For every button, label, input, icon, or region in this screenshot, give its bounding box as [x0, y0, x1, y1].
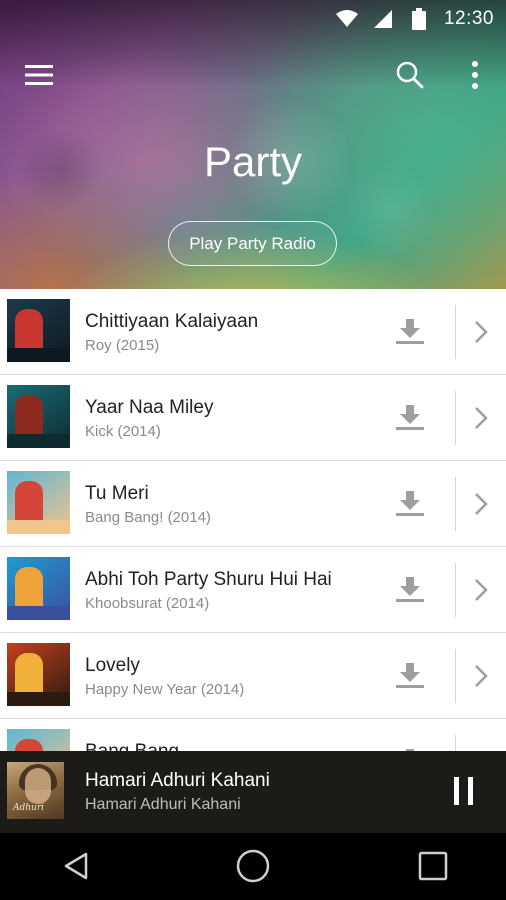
system-nav-bar — [0, 833, 506, 900]
divider — [455, 477, 456, 531]
pause-icon — [454, 777, 473, 805]
more-options-button[interactable] — [460, 56, 490, 94]
album-art-caption: Adhuri — [13, 803, 45, 813]
wifi-icon — [335, 8, 358, 30]
song-title: Chittiyaan Kalaiyaan — [85, 311, 259, 332]
download-button[interactable] — [390, 401, 430, 435]
menu-button[interactable] — [20, 56, 58, 94]
download-icon — [396, 405, 424, 430]
now-playing-album: Hamari Adhuri Kahani — [85, 796, 241, 813]
album-art — [7, 729, 70, 751]
song-row[interactable]: Bang Bang — [0, 719, 506, 751]
song-row[interactable]: Yaar Naa Miley Kick (2014) — [0, 375, 506, 461]
song-album: Roy (2015) — [85, 337, 160, 354]
battery-icon — [408, 8, 430, 30]
download-icon — [396, 491, 424, 516]
search-button[interactable] — [390, 56, 430, 94]
album-art — [7, 471, 70, 534]
song-title: Bang Bang — [85, 741, 179, 751]
song-album: Happy New Year (2014) — [85, 681, 245, 698]
recents-icon — [418, 851, 448, 881]
album-art — [7, 299, 70, 362]
status-time: 12:30 — [443, 8, 494, 29]
song-row[interactable]: Lovely Happy New Year (2014) — [0, 633, 506, 719]
divider — [455, 563, 456, 617]
chevron-right-icon — [475, 665, 488, 687]
divider — [455, 649, 456, 703]
download-icon — [396, 319, 424, 344]
chevron-right-icon — [475, 493, 488, 515]
download-button[interactable] — [390, 573, 430, 607]
song-details-button[interactable] — [466, 487, 496, 521]
album-art — [7, 557, 70, 620]
download-button[interactable] — [390, 315, 430, 349]
song-title: Abhi Toh Party Shuru Hui Hai — [85, 569, 332, 590]
song-details-button[interactable] — [466, 315, 496, 349]
nav-back-button[interactable] — [58, 847, 94, 885]
song-row[interactable]: Tu Meri Bang Bang! (2014) — [0, 461, 506, 547]
album-art — [7, 643, 70, 706]
nav-home-button[interactable] — [234, 847, 272, 885]
divider — [455, 305, 456, 359]
song-details-button[interactable] — [466, 401, 496, 435]
album-art — [7, 385, 70, 448]
more-vert-icon — [472, 61, 478, 89]
chevron-right-icon — [475, 579, 488, 601]
download-button[interactable] — [390, 487, 430, 521]
divider — [455, 735, 456, 751]
chevron-right-icon — [475, 407, 488, 429]
chevron-right-icon — [475, 321, 488, 343]
pause-button[interactable] — [446, 772, 482, 810]
status-bar: 12:30 — [0, 0, 506, 38]
search-icon — [396, 61, 424, 89]
song-details-button[interactable] — [466, 659, 496, 693]
song-album: Kick (2014) — [85, 423, 161, 440]
divider — [455, 391, 456, 445]
nav-recents-button[interactable] — [415, 847, 451, 885]
song-list[interactable]: Chittiyaan Kalaiyaan Roy (2015) Yaar Naa… — [0, 289, 506, 751]
song-details-button[interactable] — [466, 573, 496, 607]
song-row[interactable]: Abhi Toh Party Shuru Hui Hai Khoobsurat … — [0, 547, 506, 633]
download-button[interactable] — [390, 659, 430, 693]
page-title: Party — [203, 138, 303, 185]
song-title: Yaar Naa Miley — [85, 397, 214, 418]
app-bar — [0, 46, 506, 102]
now-playing-bar[interactable]: Adhuri Hamari Adhuri Kahani Hamari Adhur… — [0, 751, 506, 833]
now-playing-album-art: Adhuri — [7, 762, 64, 819]
signal-icon — [372, 8, 394, 30]
home-icon — [236, 849, 270, 883]
menu-icon — [25, 65, 53, 85]
song-row[interactable]: Chittiyaan Kalaiyaan Roy (2015) — [0, 289, 506, 375]
back-icon — [64, 852, 88, 880]
song-title: Tu Meri — [85, 483, 149, 504]
play-radio-button[interactable]: Play Party Radio — [168, 221, 337, 266]
download-icon — [396, 663, 424, 688]
download-icon — [396, 577, 424, 602]
song-album: Bang Bang! (2014) — [85, 509, 211, 526]
now-playing-title: Hamari Adhuri Kahani — [85, 770, 270, 791]
song-title: Lovely — [85, 655, 140, 676]
song-album: Khoobsurat (2014) — [85, 595, 210, 612]
